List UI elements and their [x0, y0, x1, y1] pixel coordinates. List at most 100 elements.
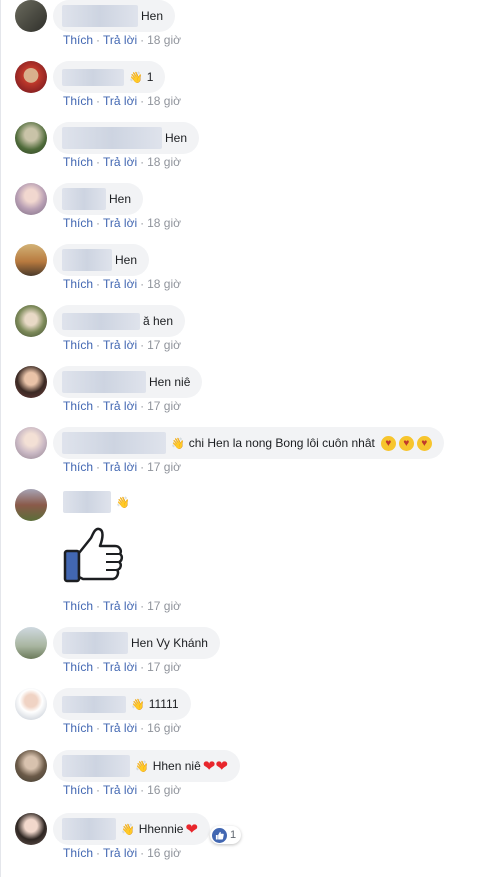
comment-text: ă hen — [143, 314, 174, 328]
comment-bubble: Hen — [53, 122, 200, 154]
timestamp[interactable]: 16 giờ — [147, 721, 181, 735]
comment-text: Hen — [109, 192, 132, 206]
avatar[interactable] — [15, 183, 47, 215]
author-name-redacted[interactable] — [62, 188, 106, 210]
author-name-redacted[interactable] — [62, 818, 116, 840]
reply-link[interactable]: Trả lời — [103, 338, 137, 352]
timestamp[interactable]: 17 giờ — [147, 599, 181, 613]
like-link[interactable]: Thích — [63, 216, 93, 230]
timestamp[interactable]: 16 giờ — [147, 846, 181, 860]
like-link[interactable]: Thích — [63, 33, 93, 47]
like-link[interactable]: Thích — [63, 94, 93, 108]
author-name-redacted[interactable] — [62, 5, 138, 27]
avatar[interactable] — [15, 305, 47, 337]
avatar[interactable] — [15, 61, 47, 93]
reply-link[interactable]: Trả lời — [103, 399, 137, 413]
reaction-count-pill[interactable]: 1 — [210, 826, 242, 844]
avatar[interactable] — [15, 427, 47, 459]
reply-link[interactable]: Trả lời — [103, 783, 137, 797]
avatar[interactable] — [15, 366, 47, 398]
author-name-redacted[interactable] — [62, 695, 126, 713]
reply-link[interactable]: Trả lời — [103, 660, 137, 674]
like-link[interactable]: Thích — [63, 338, 93, 352]
separator: · — [140, 216, 145, 230]
timestamp[interactable]: 16 giờ — [147, 783, 181, 797]
avatar[interactable] — [15, 244, 47, 276]
comment-actions: Thích · Trả lời · 16 giờ — [63, 846, 181, 860]
reply-link[interactable]: Trả lời — [103, 277, 137, 291]
like-link[interactable]: Thích — [63, 277, 93, 291]
wave-icon: 👋 — [129, 71, 143, 84]
comment-actions: Thích · Trả lời · 17 giờ — [63, 460, 181, 474]
comment-bubble: Hen niê — [53, 366, 203, 398]
separator: · — [96, 660, 101, 674]
timestamp[interactable]: 18 giờ — [147, 94, 181, 108]
like-link[interactable]: Thích — [63, 460, 93, 474]
author-name-redacted[interactable] — [62, 632, 128, 654]
author-name-redacted[interactable] — [62, 371, 146, 393]
heart-icon: ❤ — [202, 758, 216, 775]
comment-bubble: Hen — [53, 183, 144, 215]
reply-link[interactable]: Trả lời — [103, 599, 137, 613]
timestamp[interactable]: 18 giờ — [147, 216, 181, 230]
separator: · — [96, 338, 101, 352]
like-link[interactable]: Thích — [63, 660, 93, 674]
comment-bubble: Hen — [53, 0, 176, 32]
timestamp[interactable]: 17 giờ — [147, 338, 181, 352]
reply-link[interactable]: Trả lời — [103, 155, 137, 169]
comment-bubble: Hen — [53, 244, 150, 276]
reply-link[interactable]: Trả lời — [103, 94, 137, 108]
kiss-emoji-icon: ♥ — [380, 435, 396, 451]
like-link[interactable]: Thích — [63, 846, 93, 860]
reply-link[interactable]: Trả lời — [103, 721, 137, 735]
comment-text: chi Hen la nong Bong lôi cuôn nhât — [188, 436, 375, 450]
separator: · — [140, 783, 145, 797]
comment-text: 1 — [146, 70, 154, 84]
separator: · — [96, 216, 101, 230]
timestamp[interactable]: 18 giờ — [147, 155, 181, 169]
reply-link[interactable]: Trả lời — [103, 460, 137, 474]
comment-text: Hhen niê — [152, 759, 201, 773]
avatar[interactable] — [15, 688, 47, 720]
wave-icon: 👋 — [171, 437, 185, 450]
reply-link[interactable]: Trả lời — [103, 846, 137, 860]
timestamp[interactable]: 18 giờ — [147, 277, 181, 291]
separator: · — [96, 33, 101, 47]
wave-icon: 👋 — [131, 698, 145, 711]
heart-icon: ❤ — [185, 821, 198, 838]
avatar[interactable] — [15, 0, 47, 32]
author-name-redacted[interactable] — [62, 68, 124, 86]
author-name-redacted[interactable] — [62, 432, 166, 454]
avatar[interactable] — [15, 750, 47, 782]
author-name-redacted[interactable] — [62, 312, 140, 330]
separator: · — [96, 599, 101, 613]
timestamp[interactable]: 17 giờ — [147, 660, 181, 674]
separator: · — [96, 155, 101, 169]
avatar[interactable] — [15, 627, 47, 659]
comment-actions: Thích · Trả lời · 18 giờ — [63, 277, 181, 291]
avatar[interactable] — [15, 122, 47, 154]
comment-actions: Thích · Trả lời · 17 giờ — [63, 599, 181, 613]
thumbs-up-sticker-icon[interactable] — [63, 524, 125, 586]
like-link[interactable]: Thích — [63, 155, 93, 169]
like-link[interactable]: Thích — [63, 783, 93, 797]
comment-text: Hen — [115, 253, 138, 267]
comment-actions: Thích · Trả lời · 18 giờ — [63, 216, 181, 230]
author-name-redacted[interactable] — [62, 249, 112, 271]
author-name-redacted[interactable] — [63, 491, 111, 513]
reply-link[interactable]: Trả lời — [103, 33, 137, 47]
separator: · — [140, 33, 145, 47]
author-name-redacted[interactable] — [62, 127, 162, 149]
timestamp[interactable]: 18 giờ — [147, 33, 181, 47]
reply-link[interactable]: Trả lời — [103, 216, 137, 230]
like-link[interactable]: Thích — [63, 399, 93, 413]
like-link[interactable]: Thích — [63, 599, 93, 613]
avatar[interactable] — [15, 489, 47, 521]
like-link[interactable]: Thích — [63, 721, 93, 735]
author-name-redacted[interactable] — [62, 755, 130, 777]
timestamp[interactable]: 17 giờ — [147, 399, 181, 413]
comment-text: Hhennie — [138, 822, 184, 836]
timestamp[interactable]: 17 giờ — [147, 460, 181, 474]
avatar[interactable] — [15, 813, 47, 845]
comment-actions: Thích · Trả lời · 18 giờ — [63, 33, 181, 47]
